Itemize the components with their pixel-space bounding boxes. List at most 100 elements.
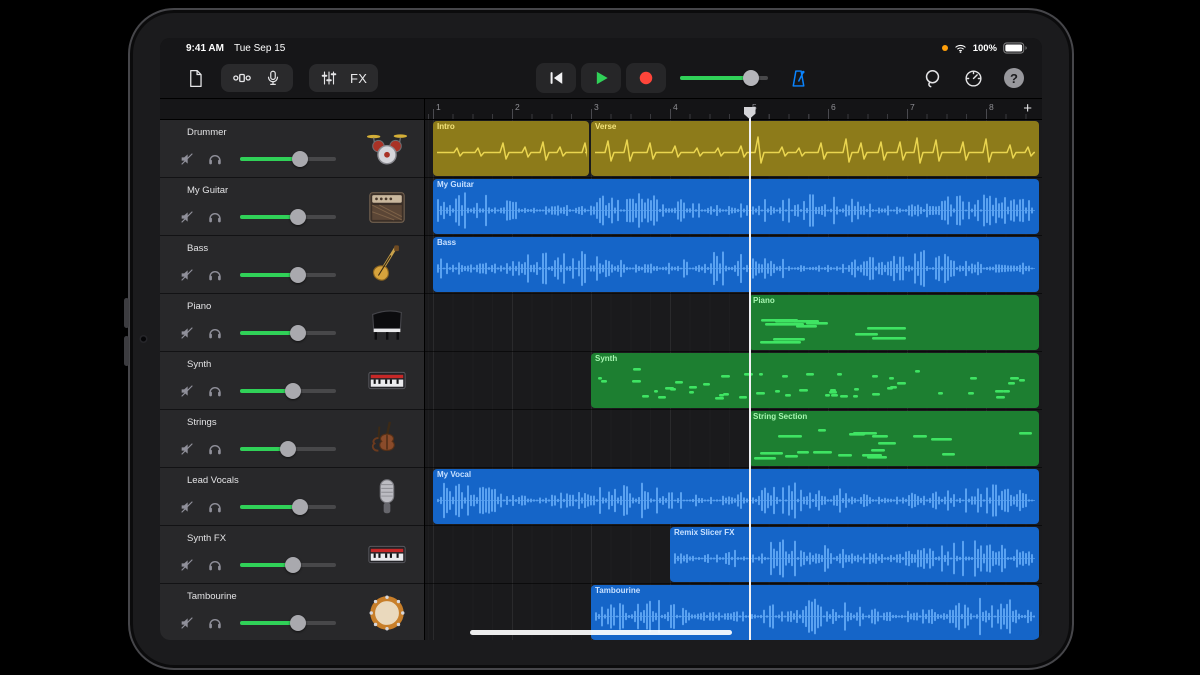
instrument-image-drums[interactable] <box>364 127 410 171</box>
region-piano[interactable]: Piano <box>749 295 1039 350</box>
instrument-image-amp[interactable] <box>364 185 410 229</box>
track-volume-slider[interactable] <box>240 215 336 219</box>
region-my-guitar[interactable]: My Guitar <box>433 179 1039 234</box>
instrument-image-synth[interactable] <box>364 533 410 577</box>
region-label: Intro <box>437 122 455 131</box>
track-controls-button[interactable] <box>232 68 252 88</box>
track-volume-slider[interactable] <box>240 157 336 161</box>
transport-controls <box>536 63 666 93</box>
play-button[interactable] <box>581 63 621 93</box>
volume-thumb[interactable] <box>280 441 296 457</box>
mute-icon[interactable] <box>178 382 196 400</box>
mute-icon[interactable] <box>178 440 196 458</box>
region-my-vocal[interactable]: My Vocal <box>433 469 1039 524</box>
wifi-icon <box>954 42 967 55</box>
volume-thumb[interactable] <box>285 383 301 399</box>
track-volume-slider[interactable] <box>240 273 336 277</box>
region-label: Piano <box>753 296 775 305</box>
headphones-icon[interactable] <box>206 440 224 458</box>
track-volume-slider[interactable] <box>240 389 336 393</box>
volume-down-button <box>124 336 129 366</box>
add-track-section-button[interactable]: + <box>1023 100 1032 118</box>
region-remix-slicer-fx[interactable]: Remix Slicer FX <box>670 527 1039 582</box>
play-icon <box>591 68 611 88</box>
master-volume-slider[interactable] <box>680 76 768 80</box>
region-bass[interactable]: Bass <box>433 237 1039 292</box>
track-row-bass[interactable]: Bass <box>160 236 424 294</box>
volume-thumb[interactable] <box>290 267 306 283</box>
my-songs-button[interactable] <box>186 69 205 88</box>
instrument-image-strings[interactable] <box>364 417 410 461</box>
region-verse[interactable]: Verse <box>591 121 1039 176</box>
instrument-image-bass[interactable] <box>364 243 410 287</box>
metronome-button[interactable] <box>788 68 809 89</box>
ipad-frame: 9:41 AM Tue Sep 15 100% <box>128 8 1074 670</box>
track-volume-slider[interactable] <box>240 621 336 625</box>
home-indicator[interactable] <box>470 630 732 635</box>
region-string-section[interactable]: String Section <box>749 411 1039 466</box>
region-label: My Guitar <box>437 180 474 189</box>
headphones-icon[interactable] <box>206 150 224 168</box>
lane-synth: Synth <box>425 352 1042 410</box>
midi-notes <box>593 363 1037 406</box>
headphones-icon[interactable] <box>206 498 224 516</box>
track-name: Lead Vocals <box>187 475 239 486</box>
headphones-icon[interactable] <box>206 208 224 226</box>
headphones-icon[interactable] <box>206 266 224 284</box>
record-button[interactable] <box>626 63 666 93</box>
playhead[interactable] <box>749 107 751 640</box>
volume-thumb[interactable] <box>292 499 308 515</box>
track-volume-slider[interactable] <box>240 331 336 335</box>
mute-icon[interactable] <box>178 266 196 284</box>
volume-thumb[interactable] <box>285 557 301 573</box>
track-volume-slider[interactable] <box>240 447 336 451</box>
track-row-synth-fx[interactable]: Synth FX <box>160 526 424 584</box>
audio-waveform <box>672 537 1037 580</box>
loop-browser-button[interactable] <box>922 68 943 89</box>
audio-input-button[interactable] <box>264 69 282 87</box>
volume-thumb[interactable] <box>290 325 306 341</box>
record-icon <box>636 68 656 88</box>
track-row-piano[interactable]: Piano <box>160 294 424 352</box>
mute-icon[interactable] <box>178 324 196 342</box>
track-name: Strings <box>187 417 217 428</box>
volume-thumb[interactable] <box>290 209 306 225</box>
track-row-tambourine[interactable]: Tambourine <box>160 584 424 640</box>
ruler-mark: 1 <box>436 102 441 112</box>
ruler-mark: 8 <box>989 102 994 112</box>
mute-icon[interactable] <box>178 498 196 516</box>
track-row-my-guitar[interactable]: My Guitar <box>160 178 424 236</box>
mute-icon[interactable] <box>178 208 196 226</box>
mute-icon[interactable] <box>178 150 196 168</box>
headphones-icon[interactable] <box>206 324 224 342</box>
volume-thumb[interactable] <box>290 615 306 631</box>
instrument-image-piano[interactable] <box>364 301 410 345</box>
region-synth[interactable]: Synth <box>591 353 1039 408</box>
headphones-icon[interactable] <box>206 614 224 632</box>
song-settings-button[interactable] <box>963 68 984 89</box>
track-row-strings[interactable]: Strings <box>160 410 424 468</box>
ruler-mark: 3 <box>594 102 599 112</box>
region-intro[interactable]: Intro <box>433 121 589 176</box>
volume-thumb[interactable] <box>292 151 308 167</box>
track-row-drummer[interactable]: Drummer <box>160 120 424 178</box>
track-volume-slider[interactable] <box>240 505 336 509</box>
track-row-lead-vocals[interactable]: Lead Vocals <box>160 468 424 526</box>
instrument-image-synth[interactable] <box>364 359 410 403</box>
rewind-button[interactable] <box>536 63 576 93</box>
page-background: 9:41 AM Tue Sep 15 100% <box>0 0 1200 675</box>
instrument-image-microphone[interactable] <box>364 475 410 519</box>
track-row-synth[interactable]: Synth <box>160 352 424 410</box>
fx-button[interactable]: FX <box>350 71 367 86</box>
master-volume-thumb[interactable] <box>743 70 759 86</box>
ruler[interactable]: + 12345678 <box>425 99 1042 120</box>
instrument-image-tambourine[interactable] <box>364 591 410 635</box>
help-button[interactable]: ? <box>1004 68 1024 88</box>
battery-percent: 100% <box>973 43 997 54</box>
headphones-icon[interactable] <box>206 556 224 574</box>
mute-icon[interactable] <box>178 614 196 632</box>
track-volume-slider[interactable] <box>240 563 336 567</box>
mute-icon[interactable] <box>178 556 196 574</box>
headphones-icon[interactable] <box>206 382 224 400</box>
mixer-button[interactable] <box>320 69 338 87</box>
